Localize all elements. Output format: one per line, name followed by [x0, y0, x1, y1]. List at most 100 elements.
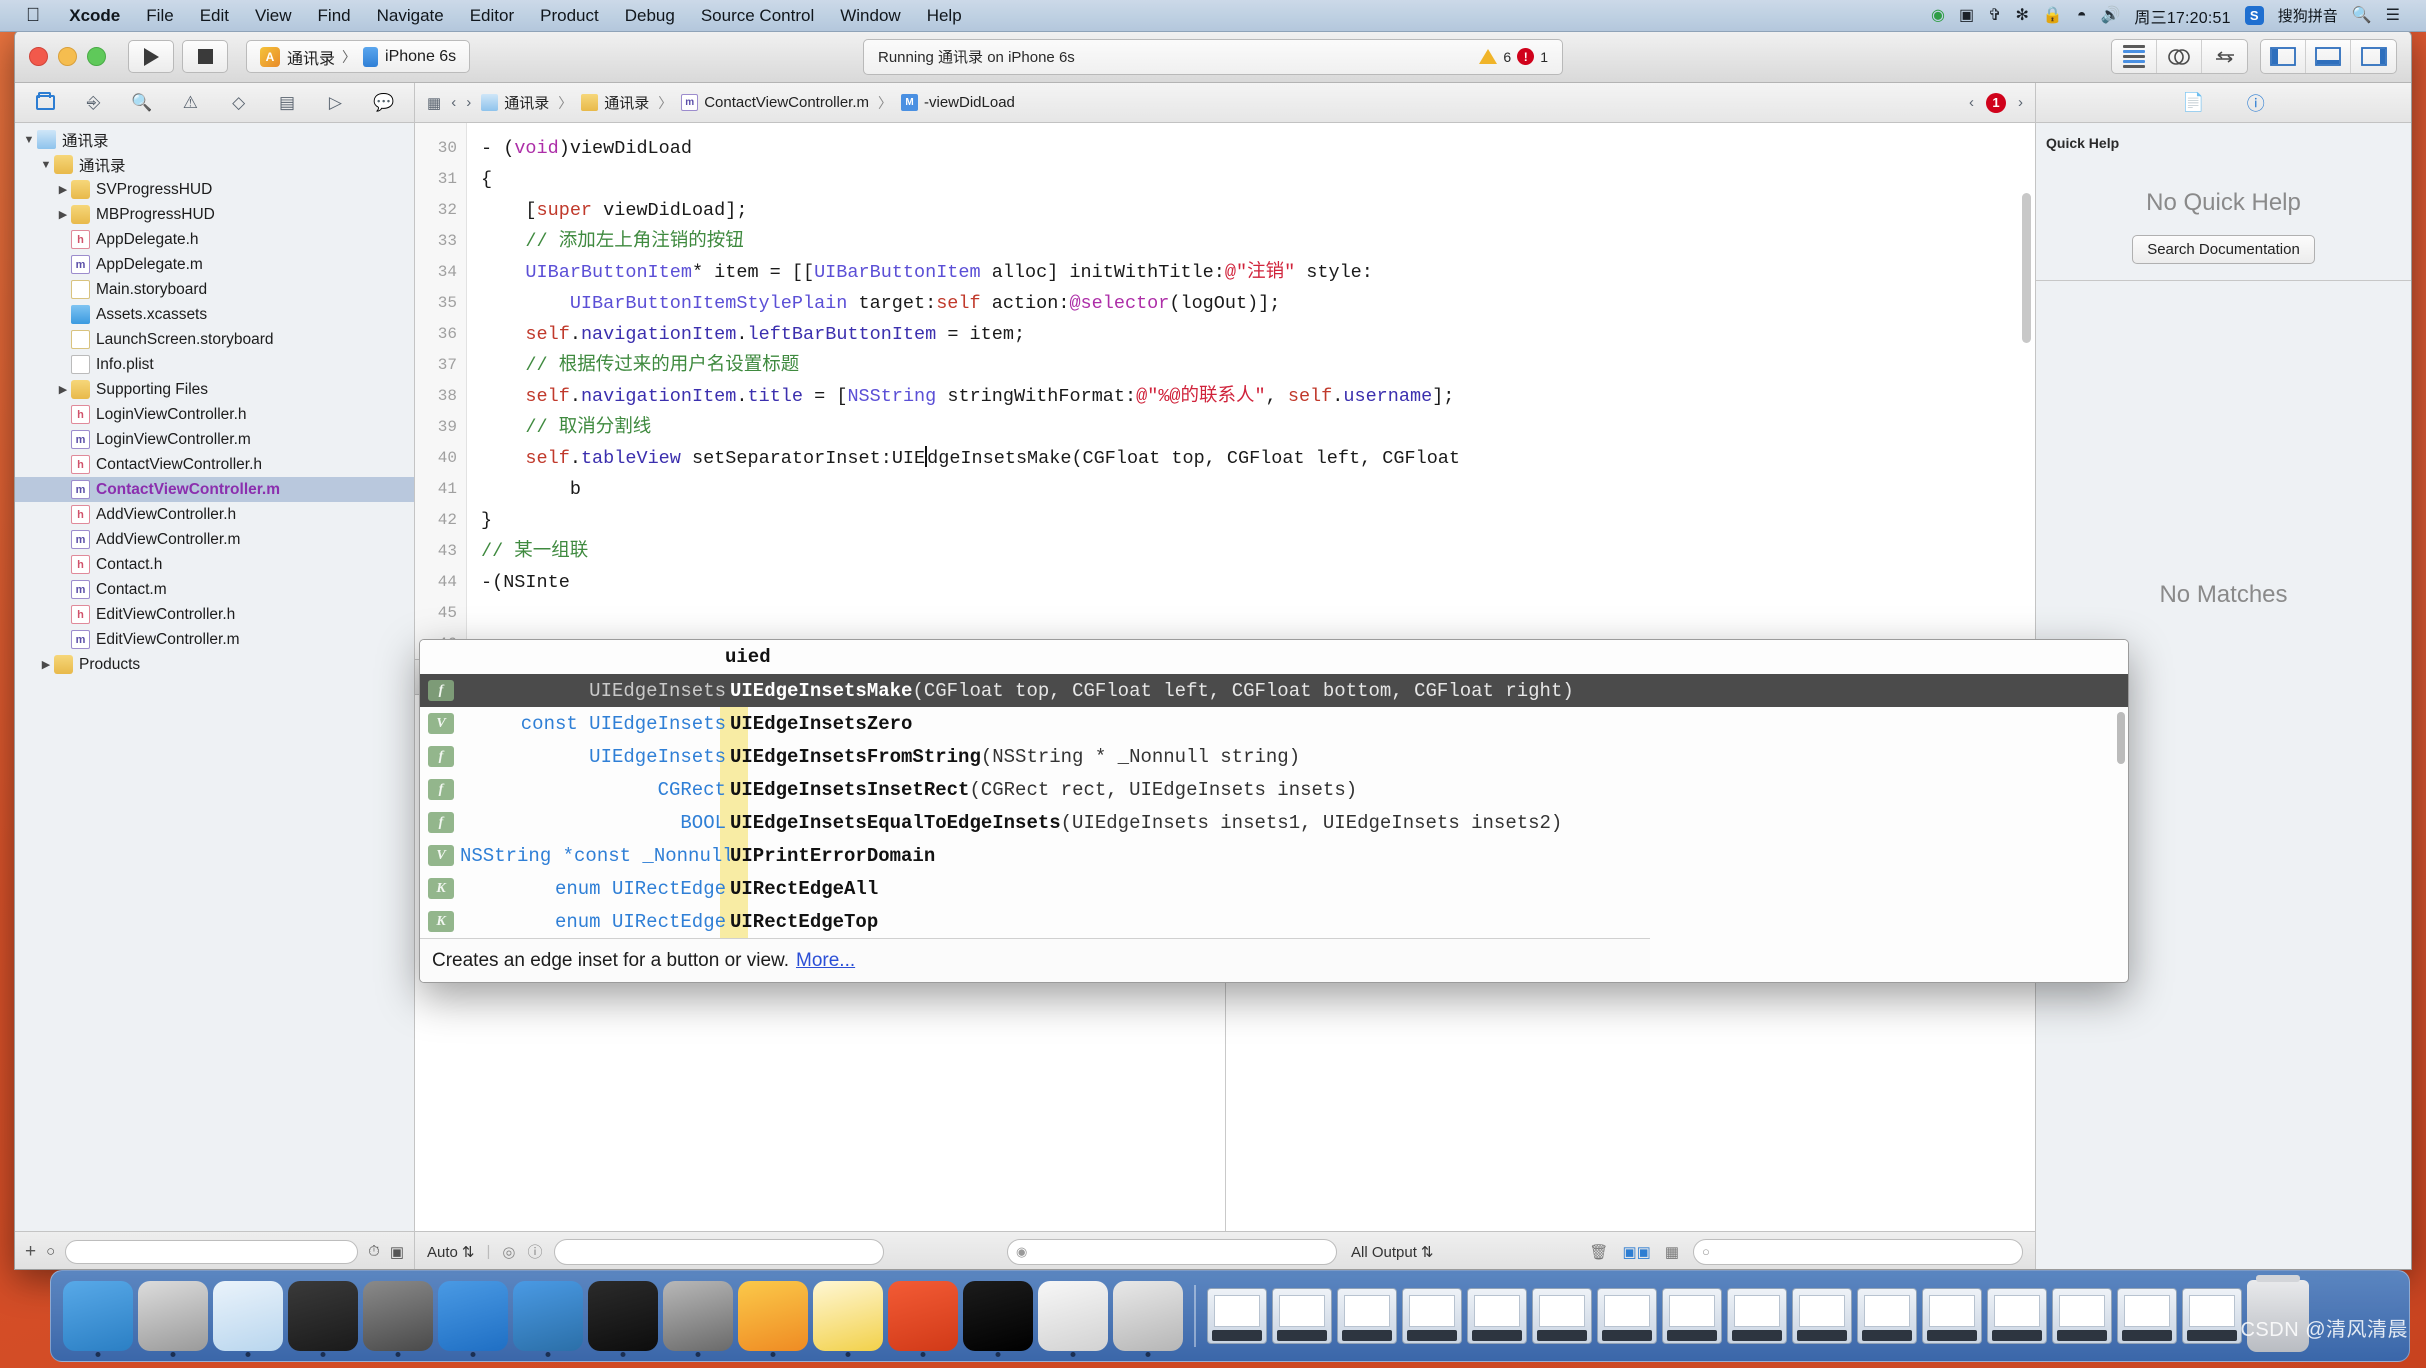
- editor-scrollbar[interactable]: [2022, 193, 2031, 343]
- console-output-selector[interactable]: All Output ⇅: [1351, 1243, 1433, 1261]
- related-files-icon[interactable]: ▦: [427, 94, 441, 112]
- menu-editor[interactable]: Editor: [457, 0, 527, 32]
- toggle-utilities-button[interactable]: [2351, 40, 2396, 73]
- minimized-window[interactable]: [1857, 1288, 1917, 1344]
- filter-icon[interactable]: ○: [46, 1243, 55, 1260]
- source-code-editor[interactable]: 3031323334353637383940414243444546 - (vo…: [415, 123, 2035, 659]
- minimized-window[interactable]: [2052, 1288, 2112, 1344]
- disclosure-open-icon[interactable]: ▼: [38, 159, 54, 171]
- simulator-icon[interactable]: [513, 1281, 583, 1357]
- screen-record-icon[interactable]: ◉: [1931, 7, 1945, 24]
- version-editor-button[interactable]: [2202, 40, 2247, 73]
- menu-debug[interactable]: Debug: [612, 0, 688, 32]
- console-search-input[interactable]: ◉: [1007, 1238, 1337, 1265]
- disclosure-open-icon[interactable]: ▼: [21, 134, 37, 146]
- completion-row[interactable]: f BOOL UIEdgeInsetsEqualToEdgeInsets(UIEdg…: [420, 806, 2128, 839]
- breadcrumb[interactable]: 通讯录 〉 通讯录 〉 m ContactViewController.m 〉 M -viewD…: [481, 92, 1015, 113]
- notes-icon[interactable]: [813, 1281, 883, 1357]
- minimized-window[interactable]: [1662, 1288, 1722, 1344]
- terminal-icon[interactable]: [588, 1281, 658, 1357]
- grid-icon[interactable]: ▦: [1665, 1243, 1679, 1261]
- completion-row[interactable]: Vconst UIEdgeInsets UIEdgeInsetsZero: [420, 707, 2128, 740]
- menu-xcode[interactable]: Xcode: [56, 0, 133, 32]
- minimized-window[interactable]: [1272, 1288, 1332, 1344]
- iterm-icon[interactable]: [963, 1281, 1033, 1357]
- wifi-icon[interactable]: ◓: [2077, 7, 2087, 24]
- breadcrumb-label[interactable]: 通讯录: [604, 92, 649, 113]
- finder-icon[interactable]: [63, 1281, 133, 1357]
- minimized-window[interactable]: [1727, 1288, 1787, 1344]
- completion-row[interactable]: f UIEdgeInsets UIEdgeInsetsMake(CGFloat to…: [420, 674, 2128, 707]
- sidebar-tab-breakpoints[interactable]: ▷: [320, 90, 350, 116]
- completion-scrollbar[interactable]: [2117, 712, 2125, 764]
- trash-icon[interactable]: 🗑: [1589, 1243, 1608, 1261]
- forward-icon[interactable]: ›: [466, 94, 471, 111]
- notification-center-icon[interactable]: ☰: [2386, 7, 2400, 24]
- pcloud-icon[interactable]: [888, 1281, 958, 1357]
- menu-edit[interactable]: Edit: [187, 0, 242, 32]
- search-icon[interactable]: 🔍: [2352, 7, 2372, 24]
- airplay-icon[interactable]: ▣: [1959, 7, 1974, 24]
- minimized-window[interactable]: [2117, 1288, 2177, 1344]
- file-tree-row[interactable]: LaunchScreen.storyboard: [15, 327, 414, 352]
- file-tree-row[interactable]: m Contact.m: [15, 577, 414, 602]
- safari-icon[interactable]: [213, 1281, 283, 1357]
- completion-more-link[interactable]: More...: [796, 950, 855, 972]
- next-issue-icon[interactable]: ›: [2018, 94, 2023, 111]
- sidebar-tab-issues[interactable]: ⚠: [175, 90, 205, 116]
- navigator-filter-input[interactable]: [65, 1239, 359, 1264]
- pages-icon[interactable]: [1038, 1281, 1108, 1357]
- input-method-label[interactable]: 搜狗拼音: [2278, 5, 2338, 26]
- breadcrumb-label[interactable]: ContactViewController.m: [704, 94, 869, 111]
- breadcrumb-label[interactable]: 通讯录: [504, 92, 549, 113]
- file-tree-row[interactable]: h AddViewController.h: [15, 502, 414, 527]
- launchpad-icon[interactable]: [138, 1281, 208, 1357]
- sketch-icon[interactable]: [738, 1281, 808, 1357]
- console-filter-input[interactable]: ○: [1693, 1238, 2023, 1265]
- completion-row[interactable]: f CGRect UIEdgeInsetsInsetRect(CGRect rect…: [420, 773, 2128, 806]
- minimized-window[interactable]: [1402, 1288, 1462, 1344]
- scheme-selector[interactable]: A 通讯录 〉 iPhone 6s: [246, 40, 471, 73]
- menu-view[interactable]: View: [242, 0, 305, 32]
- dropbox-icon[interactable]: ✞: [1988, 7, 2001, 24]
- file-tree-row[interactable]: ▼ 通讯录: [15, 127, 414, 152]
- code-text[interactable]: - (void)viewDidLoad { [super viewDidLoad]…: [467, 123, 2035, 659]
- info-icon[interactable]: ⓘ: [527, 1241, 542, 1262]
- code-completion-popup[interactable]: uied f UIEdgeInsets UIEdgeInsetsMake(CGFlo…: [419, 639, 2129, 983]
- previous-issue-icon[interactable]: ‹: [1969, 94, 1974, 111]
- minimized-window[interactable]: [1337, 1288, 1397, 1344]
- recent-files-icon[interactable]: ⏱: [368, 1243, 380, 1260]
- add-file-icon[interactable]: +: [25, 1241, 36, 1263]
- menu-navigate[interactable]: Navigate: [364, 0, 457, 32]
- menu-help[interactable]: Help: [914, 0, 975, 32]
- assistant-editor-button[interactable]: [2157, 40, 2202, 73]
- run-button[interactable]: [128, 40, 174, 73]
- completion-row[interactable]: V NSString *const _Nonnull UIPrintErrorDom…: [420, 839, 2128, 872]
- file-tree-row[interactable]: m AddViewController.m: [15, 527, 414, 552]
- file-tree-row[interactable]: h Contact.h: [15, 552, 414, 577]
- variable-scope-selector[interactable]: Auto ⇅: [427, 1243, 474, 1261]
- minimized-window[interactable]: [1207, 1288, 1267, 1344]
- sidebar-tab-debug[interactable]: ▤: [272, 90, 302, 116]
- file-tree-row[interactable]: ▼ 通讯录: [15, 152, 414, 177]
- file-tree-row[interactable]: m AppDelegate.m: [15, 252, 414, 277]
- completion-list[interactable]: f UIEdgeInsets UIEdgeInsetsMake(CGFloat to…: [420, 674, 2128, 938]
- toggle-navigator-button[interactable]: [2261, 40, 2306, 73]
- source-control-filter-icon[interactable]: ▣: [390, 1243, 404, 1261]
- zoom-button[interactable]: [87, 47, 106, 66]
- minimized-window[interactable]: [1597, 1288, 1657, 1344]
- file-tree-row[interactable]: ▶ MBProgressHUD: [15, 202, 414, 227]
- file-tree-row[interactable]: m ContactViewController.m: [15, 477, 414, 502]
- volume-icon[interactable]: 🔊: [2101, 7, 2121, 24]
- file-tree-row[interactable]: ▶ SVProgressHUD: [15, 177, 414, 202]
- disclosure-closed-icon[interactable]: ▶: [55, 383, 71, 396]
- search-documentation-button[interactable]: Search Documentation: [2132, 235, 2315, 264]
- file-tree-row[interactable]: Assets.xcassets: [15, 302, 414, 327]
- menu-file[interactable]: File: [133, 0, 186, 32]
- breadcrumb-label[interactable]: -viewDidLoad: [924, 94, 1015, 111]
- lock-icon[interactable]: 🔒: [2043, 7, 2063, 24]
- file-tree-row[interactable]: ▶ Products: [15, 652, 414, 677]
- file-tree-row[interactable]: m EditViewController.m: [15, 627, 414, 652]
- disclosure-closed-icon[interactable]: ▶: [55, 208, 71, 221]
- stop-button[interactable]: [182, 40, 228, 73]
